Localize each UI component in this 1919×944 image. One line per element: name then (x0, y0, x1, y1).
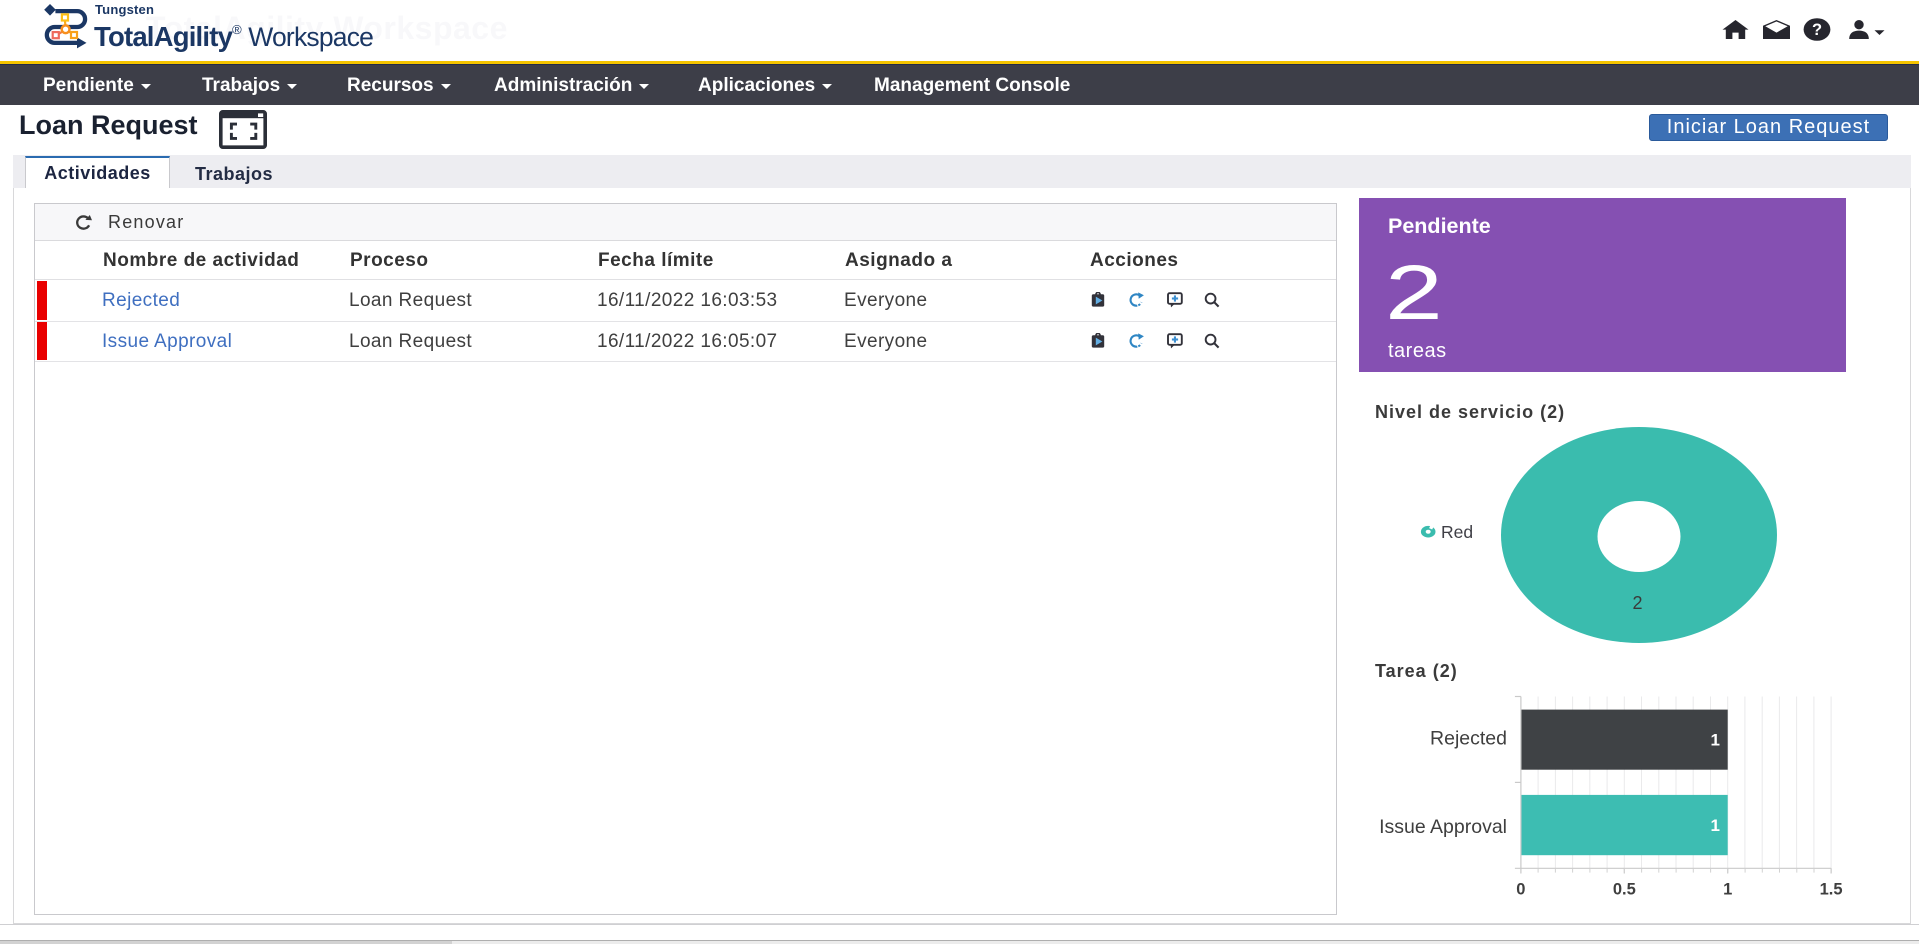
svg-text:Issue Approval: Issue Approval (1379, 816, 1507, 838)
svg-text:0.5: 0.5 (1613, 881, 1636, 899)
svg-text:0: 0 (1516, 881, 1525, 899)
svg-text:1.5: 1.5 (1820, 881, 1843, 899)
svg-text:2: 2 (1632, 593, 1642, 613)
svg-text:1: 1 (1723, 881, 1732, 899)
svg-text:?: ? (1812, 21, 1822, 39)
svg-text:1: 1 (1711, 816, 1720, 835)
svg-text:Rejected: Rejected (1430, 728, 1507, 750)
svg-text:1: 1 (1711, 731, 1720, 750)
